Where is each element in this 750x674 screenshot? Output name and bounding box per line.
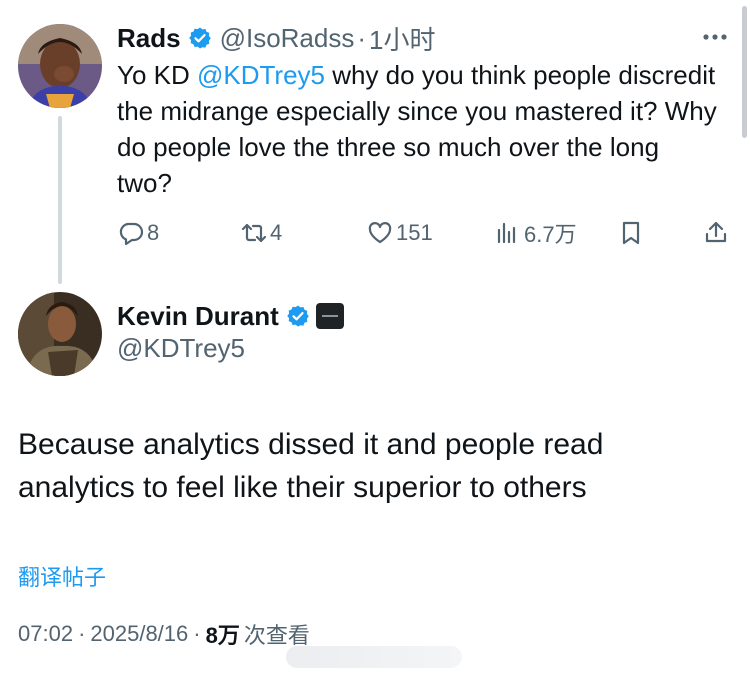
translate-post-link[interactable]: 翻译帖子 bbox=[18, 560, 106, 592]
post-time[interactable]: 1小时 bbox=[369, 20, 435, 57]
views-icon bbox=[497, 222, 516, 244]
post-time[interactable]: 07:02 bbox=[18, 621, 73, 647]
parent-tweet-text: Yo KD @KDTrey5 why do you think people d… bbox=[117, 57, 717, 201]
reply-button[interactable]: 8 bbox=[117, 215, 159, 251]
parent-tweet-actions: 8 4 151 6.7万 bbox=[0, 215, 750, 251]
tweet-text-start: Yo KD bbox=[117, 60, 197, 90]
reply-tweet-text: Because analytics dissed it and people r… bbox=[18, 428, 604, 504]
affiliate-badge-icon[interactable] bbox=[315, 303, 344, 329]
scrollbar[interactable] bbox=[742, 6, 747, 138]
more-icon[interactable] bbox=[700, 27, 730, 47]
view-count: 6.7万 bbox=[524, 222, 577, 247]
share-button[interactable] bbox=[702, 215, 730, 251]
separator: · bbox=[193, 621, 201, 646]
avatar-kevin-durant[interactable] bbox=[18, 292, 102, 376]
tweet-meta: 07:02 · 2025/8/16 · 8万 次查看 bbox=[18, 618, 310, 650]
author-handle[interactable]: @IsoRadss bbox=[220, 23, 355, 54]
reply-count: 8 bbox=[147, 220, 160, 245]
reply-tweet-header: Kevin Durant bbox=[117, 298, 344, 334]
separator: · bbox=[78, 621, 86, 646]
separator: · bbox=[357, 22, 367, 53]
bookmark-icon bbox=[622, 221, 640, 245]
reply-icon bbox=[119, 222, 144, 246]
like-count: 151 bbox=[396, 220, 433, 245]
like-button[interactable]: 151 bbox=[366, 215, 433, 251]
post-date[interactable]: 2025/8/16 bbox=[90, 621, 188, 647]
parent-tweet-header: Rads @IsoRadss · 1小时 bbox=[117, 20, 436, 56]
bookmark-button[interactable] bbox=[617, 215, 645, 251]
retweet-count: 4 bbox=[270, 220, 283, 245]
views-count: 8万 bbox=[205, 623, 240, 648]
views-button[interactable]: 6.7万 bbox=[494, 215, 577, 251]
retweet-icon bbox=[241, 223, 267, 243]
author-name[interactable]: Rads bbox=[117, 23, 181, 54]
avatar-rads[interactable] bbox=[18, 24, 102, 108]
share-icon bbox=[705, 221, 727, 243]
thread-line bbox=[58, 116, 62, 284]
watermark-overlay bbox=[286, 646, 462, 668]
verified-badge-icon bbox=[188, 27, 211, 49]
retweet-button[interactable]: 4 bbox=[240, 215, 282, 251]
mention-link[interactable]: @KDTrey5 bbox=[197, 60, 325, 90]
verified-badge-icon bbox=[287, 305, 309, 327]
like-icon bbox=[368, 222, 392, 244]
author-handle[interactable]: @KDTrey5 bbox=[117, 333, 245, 364]
author-name[interactable]: Kevin Durant bbox=[117, 301, 279, 332]
